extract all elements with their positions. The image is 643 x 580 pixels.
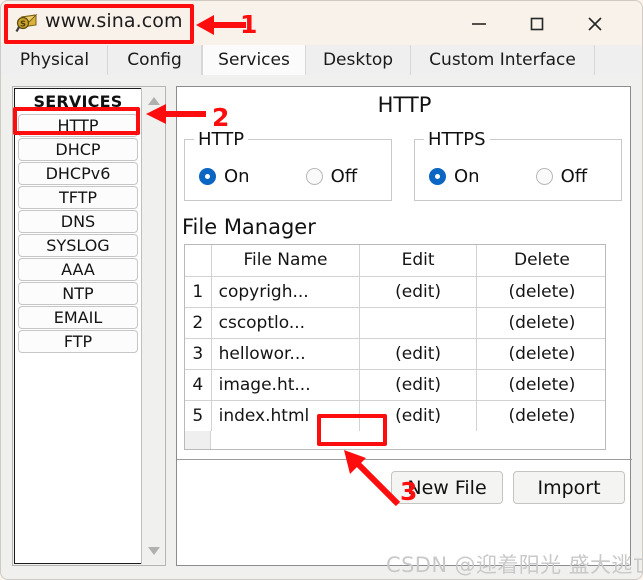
https-group-legend: HTTPS [424, 129, 490, 150]
sidebar-scrollbar[interactable] [141, 88, 164, 564]
row-edit-link [359, 306, 477, 339]
row-file-name: copyrigh... [210, 275, 361, 308]
tab-physical[interactable]: Physical [2, 45, 108, 75]
page-title: HTTP [377, 93, 432, 117]
footer-divider [177, 459, 632, 460]
sidebar-item-tftp[interactable]: TFTP [18, 186, 138, 209]
table-row: 2 cscoptlo... (delete) [185, 306, 605, 339]
table-row: 5 index.html (edit) (delete) [185, 399, 605, 432]
table-row: 3 hellowor... (edit) (delete) [185, 337, 605, 370]
https-on-radio[interactable]: On [429, 166, 480, 187]
row-file-name: index.html [210, 399, 361, 432]
https-off-label: Off [560, 166, 588, 187]
sidebar-item-ftp[interactable]: FTP [18, 330, 138, 353]
sidebar-item-dhcpv6[interactable]: DHCPv6 [18, 162, 138, 185]
file-manager-table: File Name Edit Delete 1 copyrigh... (edi… [184, 244, 606, 450]
file-manager-title: File Manager [182, 215, 316, 239]
row-delete-link[interactable]: (delete) [475, 306, 605, 339]
http-group-legend: HTTP [194, 129, 249, 150]
services-sidebar: SERVICES HTTP DHCP DHCPv6 TFTP DNS SYSLO… [12, 86, 166, 566]
http-group: HTTP On Off [184, 129, 392, 201]
close-button[interactable] [572, 10, 618, 38]
http-off-label: Off [330, 166, 358, 187]
row-delete-link[interactable]: (delete) [475, 368, 605, 401]
sidebar-item-aaa[interactable]: AAA [18, 258, 138, 281]
chevron-up-icon[interactable] [142, 90, 165, 112]
row-file-name: cscoptlo... [210, 306, 361, 339]
row-edit-link[interactable]: (edit) [359, 368, 477, 401]
services-list: SERVICES HTTP DHCP DHCPv6 TFTP DNS SYSLO… [14, 88, 142, 564]
row-edit-link[interactable]: (edit) [359, 337, 477, 370]
table-row: 4 image.ht... (edit) (delete) [185, 368, 605, 401]
sidebar-item-dns[interactable]: DNS [18, 210, 138, 233]
https-on-label: On [454, 166, 480, 187]
http-on-radio[interactable]: On [199, 166, 250, 187]
col-file-name: File Name [210, 245, 361, 277]
col-index [185, 245, 212, 277]
annotation-number-3: 3 [400, 477, 418, 506]
title-bar: S www.sina.com [0, 0, 643, 45]
minimize-button[interactable] [456, 10, 502, 38]
annotation-number-1: 1 [240, 10, 258, 39]
row-delete-link[interactable]: (delete) [475, 399, 605, 432]
chevron-down-icon[interactable] [142, 540, 165, 562]
tab-config[interactable]: Config [108, 45, 202, 75]
watermark: CSDN @迎着阳光 盛大逃亡 [386, 553, 643, 577]
table-empty-gutter [185, 431, 211, 449]
col-edit: Edit [359, 245, 477, 277]
table-row: 1 copyrigh... (edit) (delete) [185, 275, 605, 308]
device-config-window: S www.sina.com Physical Config Services … [0, 0, 643, 580]
radio-dot-icon [429, 168, 446, 185]
tab-desktop[interactable]: Desktop [306, 45, 411, 75]
window-body: SERVICES HTTP DHCP DHCPv6 TFTP DNS SYSLO… [0, 75, 643, 580]
tab-custom-interface[interactable]: Custom Interface [411, 45, 595, 75]
sidebar-item-dhcp[interactable]: DHCP [18, 138, 138, 161]
http-radio-row: On Off [185, 166, 391, 187]
window-title: www.sina.com [45, 10, 183, 32]
col-delete: Delete [475, 245, 605, 277]
server-search-icon: S [15, 12, 39, 34]
row-edit-link[interactable]: (edit) [359, 399, 477, 432]
https-group: HTTPS On Off [414, 129, 622, 201]
https-radio-row: On Off [415, 166, 621, 187]
row-file-name: hellowor... [210, 337, 361, 370]
row-edit-link[interactable]: (edit) [359, 275, 477, 308]
import-button[interactable]: Import [513, 471, 625, 504]
services-heading: SERVICES [33, 91, 123, 111]
row-index: 5 [185, 399, 212, 432]
svg-text:S: S [20, 20, 26, 29]
radio-dot-icon [199, 168, 216, 185]
tab-bar: Physical Config Services Desktop Custom … [0, 45, 643, 75]
row-delete-link[interactable]: (delete) [475, 337, 605, 370]
row-file-name: image.ht... [210, 368, 361, 401]
https-off-radio[interactable]: Off [535, 166, 588, 187]
row-index: 4 [185, 368, 212, 401]
http-off-radio[interactable]: Off [305, 166, 358, 187]
annotation-number-2: 2 [212, 103, 230, 132]
radio-dot-icon [535, 168, 553, 185]
radio-dot-icon [305, 168, 323, 185]
maximize-button[interactable] [514, 10, 560, 38]
sidebar-item-ntp[interactable]: NTP [18, 282, 138, 305]
http-on-label: On [224, 166, 250, 187]
row-delete-link[interactable]: (delete) [475, 275, 605, 308]
row-index: 3 [185, 337, 212, 370]
table-header-row: File Name Edit Delete [185, 245, 605, 277]
row-index: 1 [185, 275, 212, 308]
sidebar-item-http[interactable]: HTTP [18, 114, 138, 137]
sidebar-item-email[interactable]: EMAIL [18, 306, 138, 329]
sidebar-item-syslog[interactable]: SYSLOG [18, 234, 138, 257]
tab-services[interactable]: Services [202, 45, 306, 75]
row-index: 2 [185, 306, 212, 339]
table-empty-area [185, 431, 605, 449]
